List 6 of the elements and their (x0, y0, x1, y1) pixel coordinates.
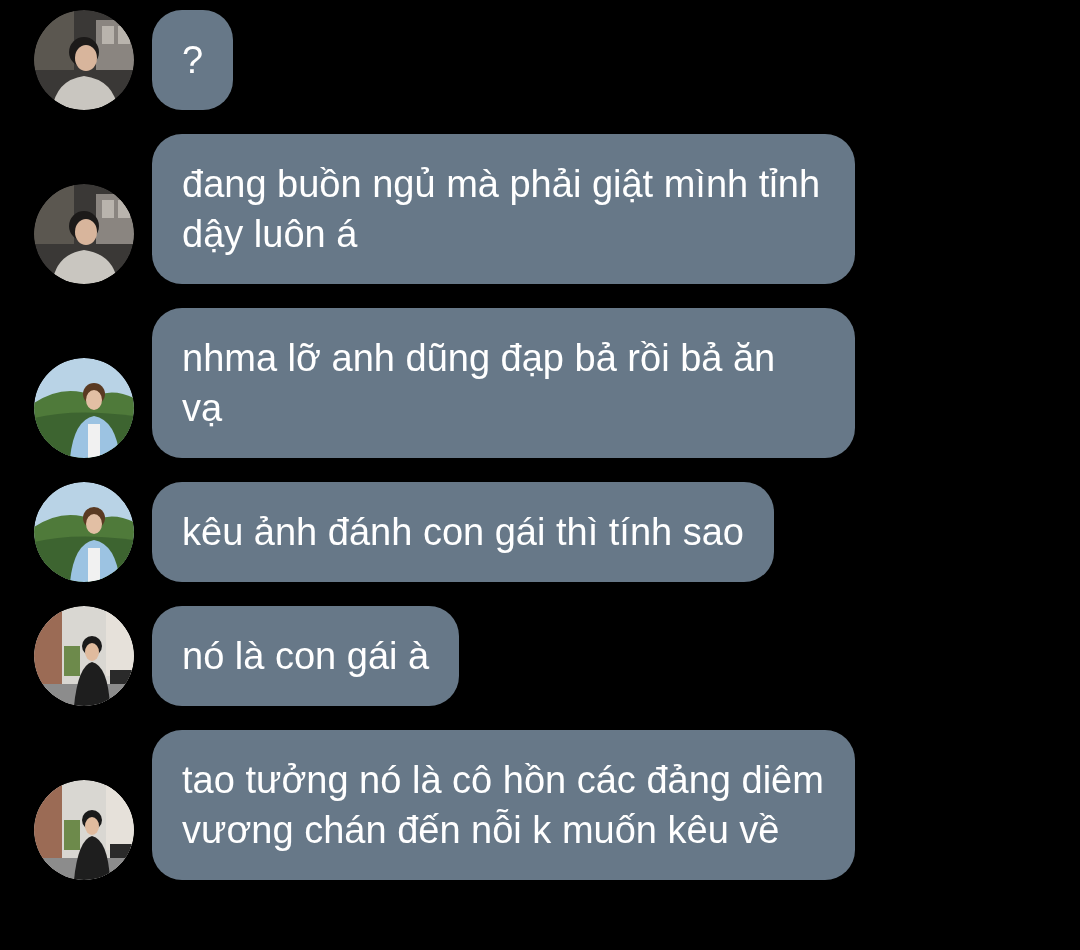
message-bubble: kêu ảnh đánh con gái thì tính sao (152, 482, 774, 582)
message-bubble: ? (152, 10, 234, 110)
message-bubble: nó là con gái à (152, 606, 460, 706)
message-bubble: tao tưởng nó là cô hồn các đảng diêm vương chán đến nỗi k muốn kêu về (152, 730, 855, 880)
message-bubble: nhma lỡ anh dũng đạp bả rồi bả ăn vạ (152, 308, 855, 458)
message-bubble: đang buồn ngủ mà phải giật mình tỉnh dậy luôn á (152, 134, 855, 284)
